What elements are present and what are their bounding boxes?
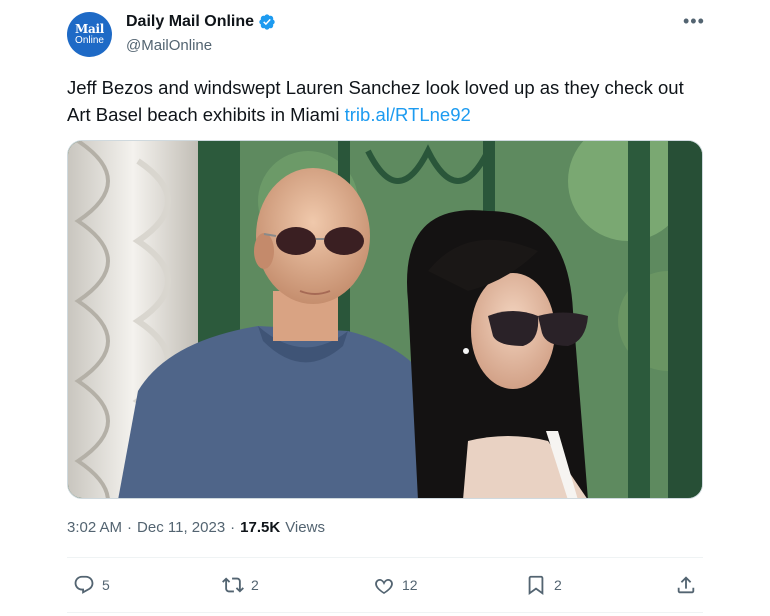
heart-icon	[375, 579, 393, 594]
reply-count: 5	[102, 577, 110, 593]
views-count: 17.5K	[240, 519, 281, 536]
reply-icon	[74, 575, 94, 594]
avatar-line-1: Mail	[75, 22, 104, 36]
tweet-text: Jeff Bezos and windswept Lauren Sanchez …	[67, 74, 707, 128]
like-count: 12	[402, 577, 418, 593]
retweet-button[interactable]: 2	[222, 568, 259, 602]
retweet-icon	[222, 577, 244, 593]
divider-bottom	[67, 612, 703, 613]
retweet-count: 2	[251, 577, 259, 593]
avatar-line-2: Online	[75, 35, 104, 46]
tweet-card: Mail Online Daily Mail Online @MailOnlin…	[0, 0, 770, 616]
author-name-row: Daily Mail Online	[126, 13, 276, 31]
bookmark-button[interactable]: 2	[525, 568, 562, 602]
tweet-photo[interactable]	[67, 140, 703, 499]
like-button[interactable]: 12	[373, 568, 418, 602]
photo-illustration	[68, 141, 702, 498]
tweet-time[interactable]: 3:02 AM	[67, 519, 122, 536]
views-label: Views	[285, 519, 325, 536]
share-button[interactable]	[675, 568, 697, 602]
bookmark-icon	[528, 575, 544, 596]
author-handle[interactable]: @MailOnline	[126, 37, 212, 54]
avatar[interactable]: Mail Online	[67, 12, 112, 57]
reply-button[interactable]: 5	[73, 568, 110, 602]
verified-badge-icon	[259, 14, 275, 30]
more-options-icon[interactable]: •••	[683, 12, 705, 30]
tweet-meta: 3:02 AM · Dec 11, 2023 · 17.5K Views	[67, 519, 325, 536]
author-display-name[interactable]: Daily Mail Online	[126, 13, 254, 31]
meta-separator-2: ·	[230, 519, 236, 536]
tweet-date[interactable]: Dec 11, 2023	[137, 519, 225, 536]
action-bar: 5 2 12 2	[67, 568, 703, 602]
divider	[67, 557, 703, 558]
share-icon	[677, 576, 695, 594]
bookmark-count: 2	[554, 577, 562, 593]
tweet-link[interactable]: trib.al/RTLne92	[345, 104, 471, 125]
meta-separator: ·	[127, 519, 133, 536]
